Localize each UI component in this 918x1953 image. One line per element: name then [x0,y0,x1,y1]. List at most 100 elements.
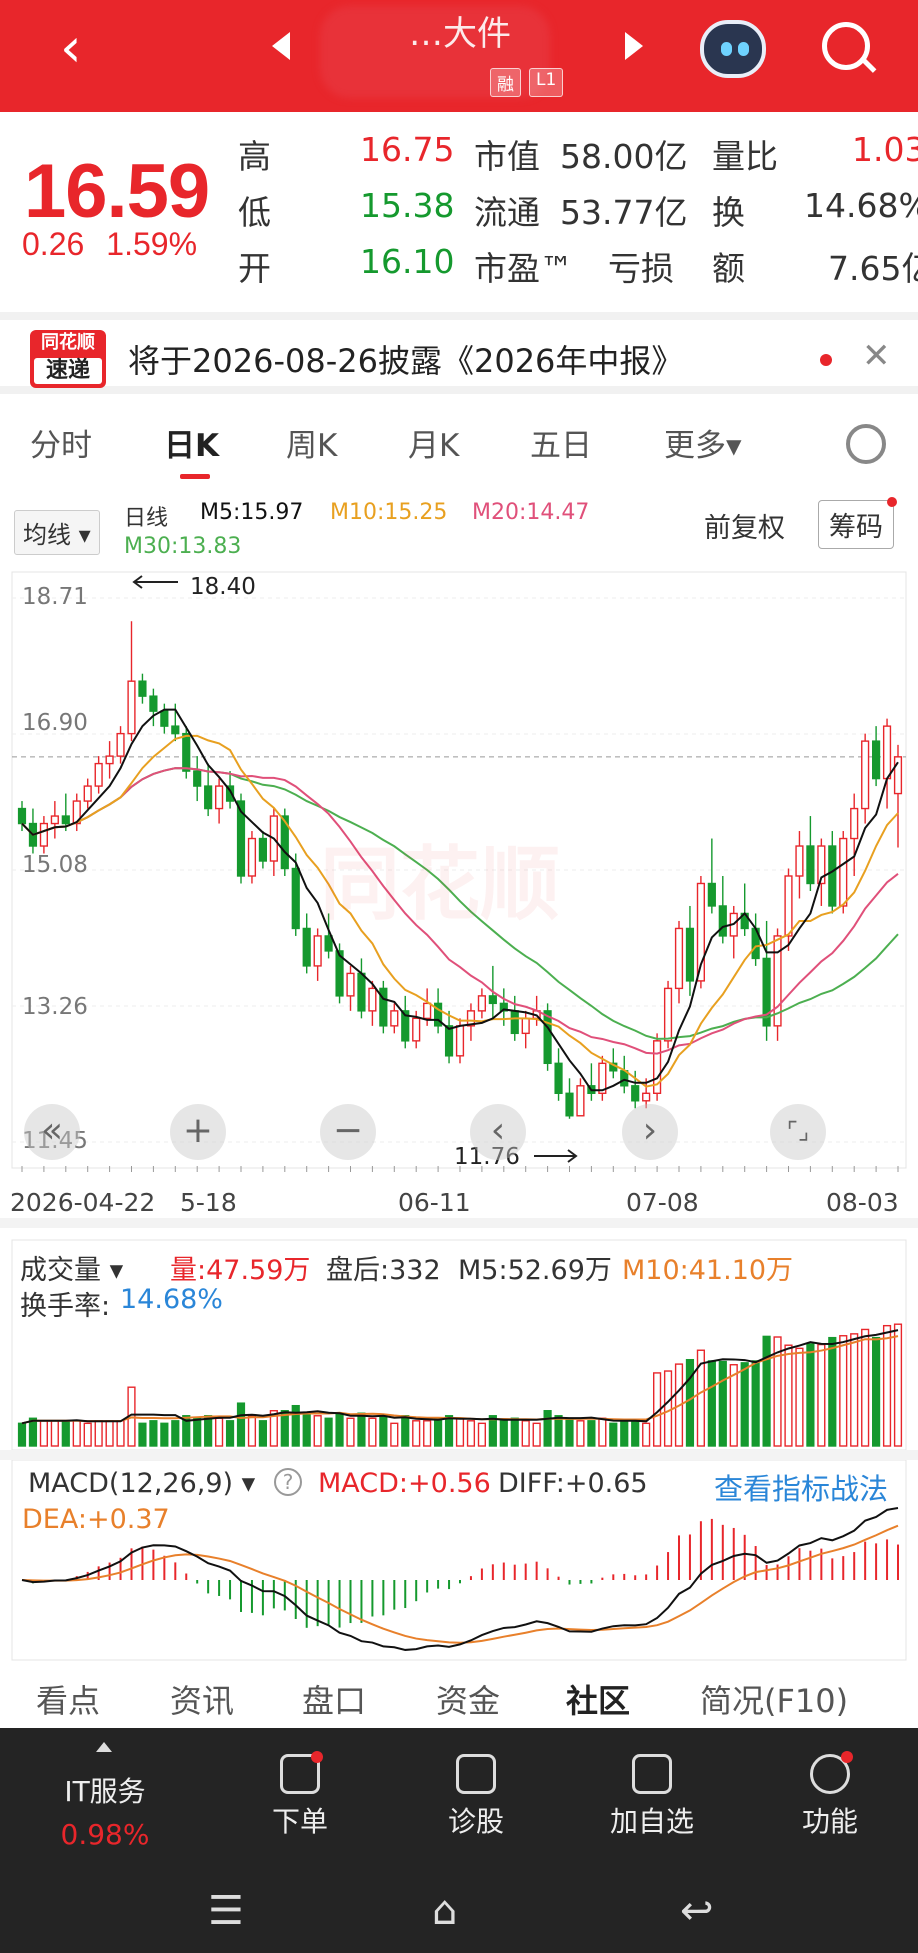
adjust-mode[interactable]: 前复权 [704,506,785,545]
next-stock-icon[interactable] [625,32,643,60]
candle-body [368,987,377,1012]
candle-body [872,740,881,780]
fullscreen-icon[interactable]: ⌜⌟ [770,1104,826,1160]
stock-title: …大件 [409,14,511,54]
volume-bar [215,1417,224,1447]
settings-icon[interactable] [846,424,886,464]
functions-button[interactable]: 功能 [770,1751,890,1840]
candle-body [225,785,235,802]
volume-bar [598,1417,607,1447]
volume-bar [762,1335,771,1447]
volume-toggle[interactable]: 成交量 ▾ [20,1248,123,1287]
unread-dot [820,354,832,366]
volume-bar [17,1422,27,1447]
watermark: 同花顺 [320,838,560,931]
y-label: 15.08 [22,852,88,878]
add-watchlist-button[interactable]: 加自选 [592,1754,712,1840]
volume-bar [532,1422,541,1447]
sector-info[interactable]: IT服务 0.98% [40,1770,170,1851]
label-high: 高 [238,137,271,176]
subtab-community[interactable]: 社区 [566,1676,630,1722]
diagnose-button[interactable]: 诊股 [416,1754,536,1840]
news-notice[interactable]: 同花顺 速递 将于2026-08-26披露《2026年中报》 ✕ [0,312,918,394]
next-icon[interactable]: › [622,1104,678,1160]
subtab-news[interactable]: 资讯 [170,1676,234,1722]
volume-m5: M5:52.69万 [458,1255,612,1286]
candle-body [861,740,870,810]
volume-bar [850,1333,859,1447]
help-icon[interactable]: ? [274,1468,302,1496]
back-arrow-icon[interactable]: ‹ [60,18,82,78]
tab-weekly-k[interactable]: 周K [286,420,337,465]
volume-bar [83,1422,92,1447]
candle-body [751,927,760,960]
volume-bar [554,1415,563,1447]
volume-bar [696,1349,705,1447]
ma-toggle[interactable]: 均线 ▾ [14,510,100,555]
value-open: 16.10 [360,242,455,281]
nav-home-icon[interactable]: ⌂ [432,1888,457,1934]
x-label: 06-11 [398,1188,471,1217]
volume-bar [685,1358,695,1447]
tab-daily-k[interactable]: 日K [164,420,219,479]
candle-body [510,1010,519,1035]
candle-body [116,732,125,757]
value-low: 15.38 [360,186,455,225]
volume-bar [302,1412,311,1447]
tab-monthly-k[interactable]: 月K [408,420,459,465]
quote-row: 低 15.38 流通 53.77亿 换 14.68% [238,186,918,242]
subtab-orderbook[interactable]: 盘口 [302,1676,366,1722]
indicator-strategy-link[interactable]: 查看指标战法 [714,1466,888,1508]
volume-bar [182,1415,191,1447]
candle-body [882,725,892,780]
volume-bar [861,1328,870,1447]
nav-menu-icon[interactable]: ☰ [208,1888,244,1934]
scroll-left-icon[interactable]: « [24,1104,80,1160]
candle-body [609,1062,618,1072]
close-icon[interactable]: ✕ [862,336,891,376]
volume-bar [138,1422,147,1447]
volume-bar [269,1410,278,1447]
candle-body [631,1085,640,1102]
subtab-profile[interactable]: 简况(F10) [700,1676,848,1722]
volume-bar [488,1415,497,1447]
volume-bar [160,1422,169,1447]
tab-intraday[interactable]: 分时 [30,420,92,465]
tab-more[interactable]: 更多▾ [664,420,742,465]
macd-toggle[interactable]: MACD(12,26,9) ▾ [28,1468,255,1499]
ma10-value: M10:15.25 [330,500,448,525]
volume-bar [872,1336,881,1447]
volume-bar [236,1402,246,1447]
volume-bar [193,1417,202,1447]
search-icon[interactable] [822,22,870,70]
volume-bar [313,1415,322,1447]
robot-assistant-icon[interactable] [700,20,766,78]
zoom-out-icon[interactable]: − [320,1104,376,1160]
nav-back-icon[interactable]: ↩ [680,1888,714,1934]
chip-button[interactable]: 筹码 [818,497,897,549]
prev-stock-icon[interactable] [272,32,290,60]
candle-body [379,987,388,1027]
candle-body [171,725,180,735]
subtab-highlights[interactable]: 看点 [36,1676,100,1722]
prev-icon[interactable]: ‹ [470,1104,526,1160]
volume-bar [565,1419,574,1447]
candle-body [499,1002,508,1012]
volume-bar [455,1417,465,1447]
chip-dot [887,497,897,507]
system-nav-bar: ☰ ⌂ ↩ [0,1878,918,1953]
notice-text[interactable]: 将于2026-08-26披露《2026年中报》 [128,336,683,382]
order-button[interactable]: 下单 [240,1751,360,1840]
value-volume-ratio: 1.03 [852,130,918,169]
tab-five-day[interactable]: 五日 [530,420,592,465]
subtab-funds[interactable]: 资金 [436,1676,500,1722]
volume-bar [707,1360,716,1447]
volume-bar [444,1415,454,1447]
candle-body [696,882,705,982]
candle-body [61,815,70,825]
volume-bar [280,1410,289,1447]
y-label: 18.71 [22,584,88,610]
zoom-in-icon[interactable]: + [170,1104,226,1160]
x-label: 08-03 [826,1188,899,1217]
volume-bar [620,1420,629,1447]
